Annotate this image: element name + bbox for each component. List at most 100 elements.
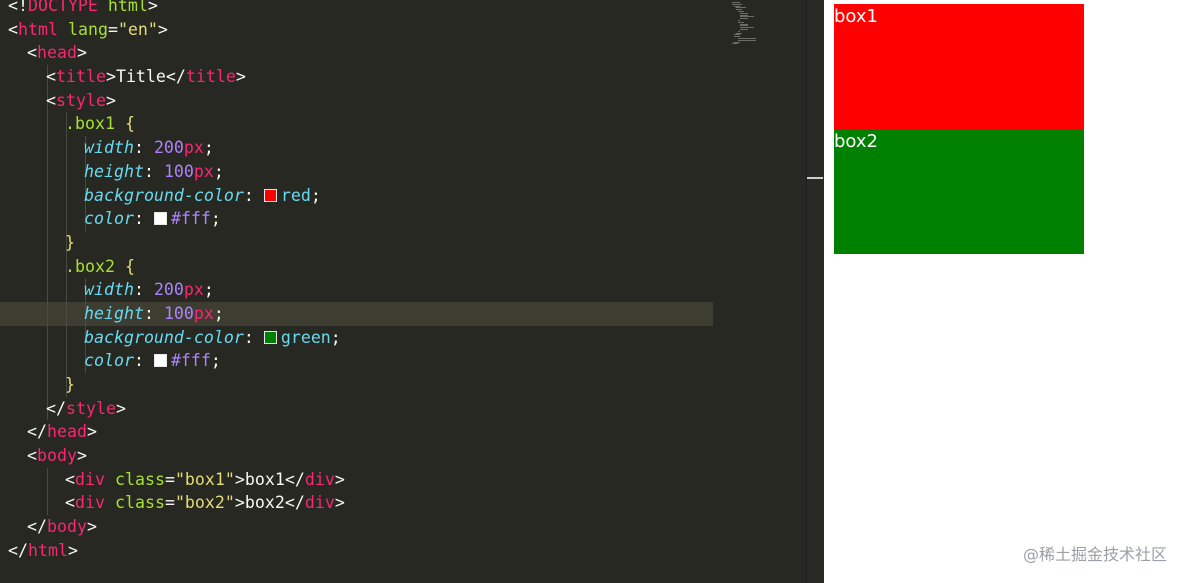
code-token: < [8, 19, 18, 39]
indent-guide [66, 325, 67, 350]
code-line-content: height: 100px; [84, 304, 224, 323]
code-line[interactable]: width: 200px; [0, 278, 806, 302]
code-token: ; [210, 209, 221, 229]
code-token: title [185, 67, 236, 87]
code-line[interactable]: <!DOCTYPE html> [0, 0, 806, 18]
code-token: red [280, 185, 311, 205]
code-token: Title [115, 67, 166, 87]
code-line[interactable]: <body> [0, 444, 806, 468]
indent-guide [47, 112, 48, 137]
indent-guide [47, 349, 48, 373]
code-line[interactable]: .box2 { [0, 254, 806, 279]
color-swatch-icon [263, 330, 277, 344]
code-token: #fff [170, 209, 211, 229]
code-editor[interactable]: <!DOCTYPE html> <html lang="en"> <head> <ti… [0, 0, 806, 583]
code-token: ; [203, 138, 214, 158]
code-token: class [114, 469, 165, 489]
code-line[interactable]: color: #fff; [0, 349, 806, 373]
code-token: > [86, 517, 97, 537]
code-line-content: } [65, 375, 75, 394]
code-token: : [143, 161, 164, 181]
code-token: ; [210, 351, 221, 371]
indent-guide [47, 373, 48, 397]
indent-guide [66, 159, 67, 184]
code-token: : [133, 351, 154, 371]
code-token: < [65, 469, 75, 489]
code-token: > [115, 398, 126, 418]
code-line-content: height: 100px; [84, 162, 224, 181]
code-line[interactable]: .box1 { [0, 112, 806, 137]
code-token: < [65, 493, 75, 513]
code-token: ; [213, 303, 224, 323]
scrollbar-thumb[interactable] [807, 177, 823, 179]
code-line[interactable]: background-color: green; [0, 325, 806, 350]
minimap-line [740, 18, 748, 20]
code-token: green [280, 327, 331, 347]
code-token: } [65, 232, 75, 252]
code-line[interactable]: <div class="box1">box1</div> [0, 467, 806, 492]
code-token: > [235, 67, 246, 87]
code-token: box1 [244, 469, 285, 489]
code-line[interactable]: </body> [0, 515, 806, 539]
watermark: @稀土掘金技术社区 [1022, 545, 1167, 564]
minimap-line [732, 43, 738, 45]
code-line[interactable]: </head> [0, 420, 806, 444]
indent-guide [47, 230, 48, 255]
code-token: html [18, 19, 58, 39]
browser-preview: box1 box2 @稀土掘金技术社区 [824, 0, 1183, 583]
box1-element: box1 [834, 4, 1084, 129]
code-line-content: background-color: red; [84, 186, 321, 205]
code-token: { [124, 256, 135, 276]
code-token: : [133, 138, 154, 158]
minimap-line [740, 29, 748, 30]
code-line-content: .box2 { [65, 257, 135, 276]
code-token: > [67, 540, 78, 560]
code-line[interactable]: color: #fff; [0, 207, 806, 231]
code-line[interactable]: <head> [0, 41, 806, 65]
code-line[interactable]: height: 100px; [0, 301, 713, 326]
code-token: color [84, 351, 134, 371]
code-token: div [304, 493, 335, 513]
code-token: > [234, 493, 245, 513]
indent-guide [66, 301, 67, 326]
code-token: < [27, 446, 37, 466]
indent-guide [47, 159, 48, 184]
code-line[interactable]: </style> [0, 396, 806, 421]
code-token: div [75, 493, 105, 513]
code-token: px [193, 303, 214, 323]
code-line[interactable]: <title>Title</title> [0, 65, 806, 89]
code-line[interactable]: background-color: red; [0, 183, 806, 208]
code-line[interactable]: } [0, 373, 806, 397]
code-line-content: <style> [46, 91, 116, 110]
code-line[interactable]: } [0, 230, 806, 255]
code-line[interactable]: <style> [0, 88, 806, 113]
code-line[interactable]: <div class="box2">box2</div> [0, 491, 806, 516]
code-line[interactable]: width: 200px; [0, 136, 806, 160]
code-token: html [27, 540, 68, 560]
code-lines[interactable]: <!DOCTYPE html> <html lang="en"> <head> <ti… [0, 0, 806, 563]
code-token: head [37, 43, 77, 63]
code-token: : [133, 280, 154, 300]
indent-guide [47, 301, 48, 326]
code-token: </ [27, 517, 47, 537]
code-token: </ [46, 398, 66, 418]
code-token: class [114, 493, 165, 513]
code-token: > [105, 90, 116, 110]
editor-scrollbar[interactable] [806, 0, 825, 583]
code-token: = [164, 469, 175, 489]
code-token: box2 [244, 493, 285, 513]
minimap[interactable] [730, 0, 770, 45]
code-token: width [84, 138, 134, 158]
code-line-content: </style> [46, 399, 126, 418]
code-token: } [65, 375, 75, 394]
code-line[interactable]: </html> [0, 539, 806, 563]
code-token: : [133, 209, 154, 229]
code-line[interactable]: height: 100px; [0, 159, 806, 184]
color-swatch-icon [153, 354, 167, 368]
code-line[interactable]: <html lang="en"> [0, 18, 806, 42]
